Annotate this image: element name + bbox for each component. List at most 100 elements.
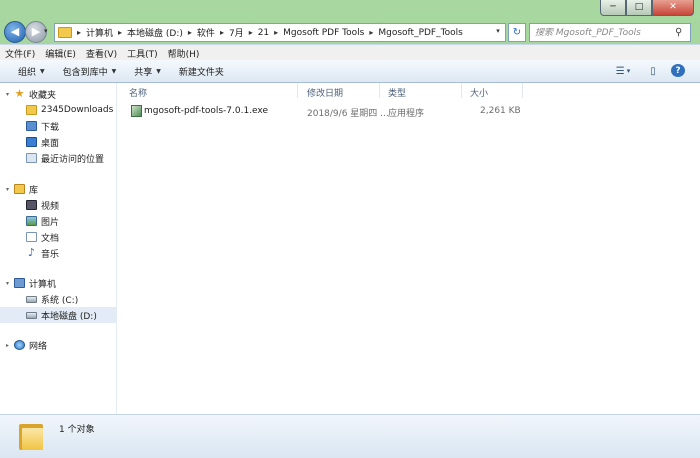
sidebar-item-label: 本地磁盘 (D:): [41, 311, 97, 322]
sidebar-item-music[interactable]: ♪ 音乐: [0, 245, 116, 261]
file-row[interactable]: mgosoft-pdf-tools-7.0.1.exe 2018/9/6 星期四…: [125, 103, 545, 119]
share-label: 共享: [134, 67, 153, 78]
help-icon: ?: [675, 65, 681, 76]
sidebar-item-downloads[interactable]: 下载: [0, 118, 116, 134]
sidebar-item-pictures[interactable]: 图片: [0, 213, 116, 229]
drive-icon: [26, 295, 37, 303]
column-divider[interactable]: [461, 83, 462, 98]
sidebar-item-label: 视频: [41, 201, 60, 212]
item-count: 1 个对象: [59, 425, 95, 435]
chevron-down-icon[interactable]: ▾: [6, 186, 14, 193]
refresh-button[interactable]: ↻: [508, 23, 526, 42]
file-name: mgosoft-pdf-tools-7.0.1.exe: [144, 106, 269, 116]
sidebar-item-network[interactable]: ▸ 网络: [0, 337, 116, 353]
sidebar-item-documents[interactable]: 文档: [0, 229, 116, 245]
chevron-right-icon[interactable]: ▸: [218, 28, 226, 37]
menu-file[interactable]: 文件(F): [0, 47, 40, 60]
computer-group: ▾ 计算机 系统 (C:) 本地磁盘 (D:): [0, 275, 116, 323]
address-dropdown[interactable]: ▾: [492, 23, 504, 40]
caret-down-icon: ▾: [626, 67, 631, 75]
recent-pages-dropdown[interactable]: ▾: [44, 27, 48, 35]
sidebar-item-videos[interactable]: 视频: [0, 197, 116, 213]
organize-label: 组织: [18, 67, 37, 78]
menu-help[interactable]: 帮助(H): [163, 47, 205, 60]
column-divider[interactable]: [522, 83, 523, 98]
breadcrumb-21[interactable]: 21: [255, 28, 272, 38]
file-list-pane: 名称 修改日期 类型 大小 mgosoft-pdf-tools-7.0.1.ex…: [117, 83, 700, 414]
details-pane: 1 个对象: [0, 414, 700, 458]
explorer-window: ─ □ ✕ ◀ ▶ ▾ ▸ 计算机 ▸ 本地磁盘 (D:) ▸ 软件 ▸ 7月 …: [0, 0, 700, 458]
maximize-button[interactable]: □: [626, 0, 652, 16]
sidebar-item-label: 音乐: [41, 249, 60, 260]
sidebar-item-drive-d[interactable]: 本地磁盘 (D:): [0, 307, 116, 323]
library-icon: [14, 184, 25, 194]
sidebar-item-computer[interactable]: ▾ 计算机: [0, 275, 116, 291]
chevron-right-icon[interactable]: ▸: [186, 28, 194, 37]
back-button[interactable]: ◀: [4, 21, 26, 43]
new-folder-button[interactable]: 新建文件夹: [170, 65, 233, 78]
sidebar-item-libraries[interactable]: ▾ 库: [0, 181, 116, 197]
sidebar-item-label: 桌面: [41, 138, 60, 149]
folder-icon: [26, 105, 37, 115]
include-in-library-button[interactable]: 包含到库中 ▼: [54, 65, 126, 78]
sidebar-item-favorites[interactable]: ▾ ★ 收藏夹: [0, 86, 116, 102]
search-input[interactable]: [535, 27, 675, 38]
share-button[interactable]: 共享 ▼: [125, 65, 170, 78]
column-header-type[interactable]: 类型: [388, 86, 406, 99]
organize-button[interactable]: 组织 ▼: [0, 65, 54, 78]
folder-icon: [19, 422, 43, 450]
breadcrumb-mgosoft-pdf-tools[interactable]: Mgosoft PDF Tools: [280, 28, 367, 38]
preview-pane-icon: ▯: [650, 65, 656, 77]
search-box[interactable]: ⚲: [529, 23, 691, 42]
sidebar-item-label: 收藏夹: [29, 90, 57, 101]
sidebar-item-2345downloads[interactable]: 2345Downloads: [0, 102, 116, 118]
close-button[interactable]: ✕: [652, 0, 694, 16]
document-library-icon: [26, 232, 37, 242]
sidebar-item-recent-places[interactable]: 最近访问的位置: [0, 150, 116, 166]
network-icon: [14, 340, 25, 350]
sidebar-item-label: 文档: [41, 233, 60, 244]
file-modified: 2018/9/6 星期四 ...: [307, 109, 389, 119]
menu-tools[interactable]: 工具(T): [122, 47, 163, 60]
column-header-modified[interactable]: 修改日期: [307, 86, 343, 99]
breadcrumb-drive-d[interactable]: 本地磁盘 (D:): [124, 26, 186, 39]
network-group: ▸ 网络: [0, 337, 116, 353]
chevron-right-icon[interactable]: ▸: [247, 28, 255, 37]
breadcrumb-computer[interactable]: 计算机: [83, 26, 116, 39]
sidebar-item-desktop[interactable]: 桌面: [0, 134, 116, 150]
chevron-right-icon[interactable]: ▸: [75, 28, 83, 37]
music-library-icon: ♪: [27, 246, 36, 259]
folder-icon: [58, 27, 72, 38]
search-icon[interactable]: ⚲: [675, 27, 682, 38]
help-button[interactable]: ?: [671, 64, 685, 77]
sidebar-item-label: 计算机: [29, 279, 57, 290]
breadcrumb-current-folder[interactable]: Mgosoft_PDF_Tools: [375, 28, 465, 38]
caret-down-icon: ▼: [40, 67, 45, 75]
menu-edit[interactable]: 编辑(E): [40, 47, 81, 60]
menu-view[interactable]: 查看(V): [81, 47, 122, 60]
desktop-icon: [26, 137, 37, 147]
breadcrumb-software[interactable]: 软件: [194, 26, 218, 39]
column-header-name[interactable]: 名称: [129, 86, 147, 99]
chevron-down-icon[interactable]: ▾: [6, 280, 14, 287]
navigation-row: ◀ ▶ ▾ ▸ 计算机 ▸ 本地磁盘 (D:) ▸ 软件 ▸ 7月 ▸ 21 ▸…: [0, 20, 700, 44]
chevron-right-icon[interactable]: ▸: [367, 28, 375, 37]
favorites-group: ▾ ★ 收藏夹 2345Downloads 下载 桌面 最近访问的位置: [0, 86, 116, 166]
chevron-right-icon[interactable]: ▸: [116, 28, 124, 37]
file-type: 应用程序: [388, 109, 425, 119]
sidebar-item-drive-c[interactable]: 系统 (C:): [0, 291, 116, 307]
breadcrumb-july[interactable]: 7月: [226, 26, 247, 39]
column-divider[interactable]: [297, 83, 298, 98]
chevron-right-icon[interactable]: ▸: [6, 342, 14, 349]
column-divider[interactable]: [379, 83, 380, 98]
chevron-right-icon[interactable]: ▸: [272, 28, 280, 37]
picture-library-icon: [26, 216, 37, 226]
minimize-button[interactable]: ─: [600, 0, 626, 16]
chevron-down-icon[interactable]: ▾: [6, 91, 14, 98]
preview-pane-button[interactable]: ▯: [645, 63, 661, 79]
address-bar[interactable]: ▸ 计算机 ▸ 本地磁盘 (D:) ▸ 软件 ▸ 7月 ▸ 21 ▸ Mgoso…: [54, 23, 506, 42]
column-header-size[interactable]: 大小: [470, 86, 488, 99]
sidebar-item-label: 库: [29, 185, 39, 196]
change-view-button[interactable]: ☰ ▾: [610, 63, 636, 79]
navigation-pane: ▾ ★ 收藏夹 2345Downloads 下载 桌面 最近访问的位置 ▾ 库 …: [0, 83, 117, 414]
